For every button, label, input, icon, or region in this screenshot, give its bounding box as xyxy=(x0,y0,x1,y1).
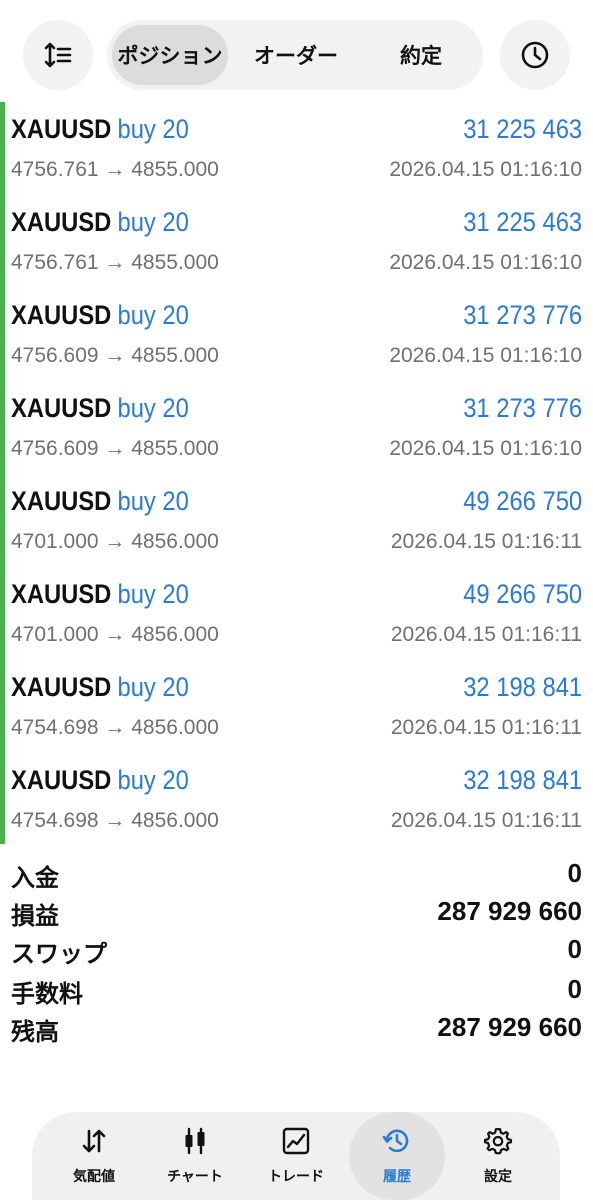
profit: 32 198 841 xyxy=(463,765,582,795)
summary-value: 287 929 660 xyxy=(437,896,582,926)
position-row[interactable]: XAUUSD buy 20 32 198 841 4754.698 → 4856.… xyxy=(0,660,593,753)
position-row[interactable]: XAUUSD buy 20 31 225 463 4756.761 → 4855.… xyxy=(0,195,593,288)
symbol: XAUUSD xyxy=(11,672,112,702)
tab-positions[interactable]: ポジション xyxy=(112,25,228,85)
timestamp: 2026.04.15 01:16:10 xyxy=(389,344,582,367)
nav-trade[interactable]: トレード xyxy=(248,1112,344,1200)
summary-label: 損益 xyxy=(11,902,59,930)
summary-row-swap: スワップ 0 xyxy=(0,930,593,968)
symbol: XAUUSD xyxy=(11,300,112,330)
summary-label: 残高 xyxy=(11,1018,59,1046)
profit: 31 225 463 xyxy=(463,114,582,144)
side-volume: buy 20 xyxy=(117,300,189,330)
summary-row-deposit: 入金 0 xyxy=(0,854,593,892)
nav-quotes[interactable]: 気配値 xyxy=(46,1112,142,1200)
side-volume: buy 20 xyxy=(117,114,189,144)
symbol: XAUUSD xyxy=(11,207,112,237)
summary-value: 287 929 660 xyxy=(437,1012,582,1042)
sort-icon xyxy=(44,42,72,68)
summary-value: 0 xyxy=(567,934,582,964)
price-range: 4754.698 → 4856.000 xyxy=(11,716,219,739)
position-row[interactable]: XAUUSD buy 20 31 273 776 4756.609 → 4855.… xyxy=(0,288,593,381)
summary-row-profit: 損益 287 929 660 xyxy=(0,892,593,930)
price-range: 4701.000 → 4856.000 xyxy=(11,530,219,553)
price-range: 4754.698 → 4856.000 xyxy=(11,809,219,832)
summary-value: 0 xyxy=(567,858,582,888)
side-volume: buy 20 xyxy=(117,672,189,702)
summary-label: 入金 xyxy=(11,864,59,892)
side-volume: buy 20 xyxy=(117,579,189,609)
gear-icon xyxy=(483,1127,513,1155)
timestamp: 2026.04.15 01:16:10 xyxy=(389,251,582,274)
side-volume: buy 20 xyxy=(117,486,189,516)
price-range: 4756.761 → 4855.000 xyxy=(11,158,219,181)
nav-settings[interactable]: 設定 xyxy=(450,1112,546,1200)
symbol: XAUUSD xyxy=(11,765,112,795)
summary-row-commission: 手数料 0 xyxy=(0,970,593,1008)
symbol: XAUUSD xyxy=(11,114,112,144)
bottom-navigation: 気配値 チャート トレード 履歴 設定 xyxy=(32,1112,560,1200)
timestamp: 2026.04.15 01:16:11 xyxy=(390,716,582,739)
profit: 49 266 750 xyxy=(463,486,582,516)
position-row[interactable]: XAUUSD buy 20 31 225 463 4756.761 → 4855.… xyxy=(0,102,593,195)
segmented-control: ポジション オーダー 約定 xyxy=(107,20,483,90)
clock-icon xyxy=(521,41,549,69)
profit: 31 225 463 xyxy=(463,207,582,237)
tab-orders[interactable]: オーダー xyxy=(233,25,359,85)
symbol: XAUUSD xyxy=(11,486,112,516)
price-range: 4701.000 → 4856.000 xyxy=(11,623,219,646)
side-volume: buy 20 xyxy=(117,765,189,795)
timestamp: 2026.04.15 01:16:11 xyxy=(390,623,582,646)
summary-label: 手数料 xyxy=(11,980,83,1008)
profit: 31 273 776 xyxy=(463,393,582,423)
profit: 49 266 750 xyxy=(463,579,582,609)
timestamp: 2026.04.15 01:16:10 xyxy=(389,158,582,181)
timestamp: 2026.04.15 01:16:11 xyxy=(390,809,582,832)
timestamp: 2026.04.15 01:16:11 xyxy=(390,530,582,553)
sort-button[interactable] xyxy=(23,20,93,90)
nav-chart[interactable]: チャート xyxy=(147,1112,243,1200)
summary-label: スワップ xyxy=(11,940,107,968)
price-range: 4756.609 → 4855.000 xyxy=(11,344,219,367)
nav-label: チャート xyxy=(167,1169,223,1185)
price-range: 4756.761 → 4855.000 xyxy=(11,251,219,274)
position-row[interactable]: XAUUSD buy 20 49 266 750 4701.000 → 4856.… xyxy=(0,474,593,567)
positions-list: XAUUSD buy 20 31 225 463 4756.761 → 4855.… xyxy=(0,102,593,844)
profit: 31 273 776 xyxy=(463,300,582,330)
side-volume: buy 20 xyxy=(117,393,189,423)
symbol: XAUUSD xyxy=(11,393,112,423)
clock-button[interactable] xyxy=(500,20,570,90)
position-row[interactable]: XAUUSD buy 20 32 198 841 4754.698 → 4856.… xyxy=(0,753,593,846)
nav-history[interactable]: 履歴 xyxy=(349,1112,445,1200)
nav-label: 設定 xyxy=(484,1169,512,1185)
tab-deals[interactable]: 約定 xyxy=(365,25,477,85)
trend-chart-icon xyxy=(282,1127,310,1155)
symbol: XAUUSD xyxy=(11,579,112,609)
side-volume: buy 20 xyxy=(117,207,189,237)
position-row[interactable]: XAUUSD buy 20 49 266 750 4701.000 → 4856.… xyxy=(0,567,593,660)
price-range: 4756.609 → 4855.000 xyxy=(11,437,219,460)
profit: 32 198 841 xyxy=(463,672,582,702)
nav-label: トレード xyxy=(268,1169,324,1185)
summary-value: 0 xyxy=(567,974,582,1004)
nav-label: 履歴 xyxy=(383,1169,411,1185)
nav-label: 気配値 xyxy=(73,1169,115,1185)
arrows-up-down-icon xyxy=(82,1129,106,1153)
top-bar: ポジション オーダー 約定 xyxy=(0,20,593,90)
summary-row-balance: 残高 287 929 660 xyxy=(0,1008,593,1046)
position-row[interactable]: XAUUSD buy 20 31 273 776 4756.609 → 4855.… xyxy=(0,381,593,474)
candlestick-icon xyxy=(185,1127,205,1155)
history-icon xyxy=(382,1129,409,1153)
timestamp: 2026.04.15 01:16:10 xyxy=(389,437,582,460)
